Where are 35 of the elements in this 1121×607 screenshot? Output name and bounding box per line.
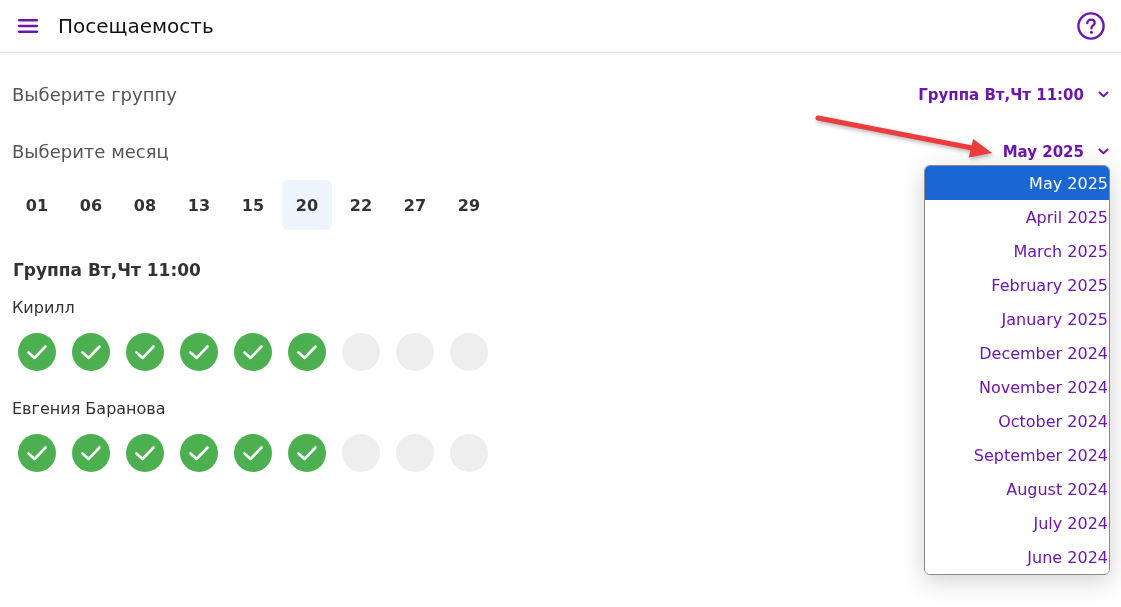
menu-option[interactable]: July 2024 (925, 506, 1109, 540)
filter-label: Выберите месяц (12, 141, 169, 162)
filter-label: Выберите группу (12, 84, 177, 105)
date-tab[interactable]: 08 (120, 180, 170, 230)
page-title: Посещаемость (58, 14, 214, 38)
student-name: Кирилл (12, 297, 75, 319)
menu-option[interactable]: June 2024 (925, 540, 1109, 574)
date-tab[interactable]: 06 (66, 180, 116, 230)
chevron-down-icon (1098, 91, 1109, 98)
date-tab[interactable]: 13 (174, 180, 224, 230)
menu-option[interactable]: December 2024 (925, 336, 1109, 370)
menu-icon (18, 19, 38, 33)
date-tab[interactable]: 15 (228, 180, 278, 230)
date-tab[interactable]: 27 (390, 180, 440, 230)
help-icon (1077, 12, 1105, 40)
select-dropdown[interactable]: Группа Вт,Чт 11:00 (918, 85, 1109, 104)
menu-option[interactable]: February 2025 (925, 268, 1109, 302)
date-tab[interactable]: 01 (12, 180, 62, 230)
help-button[interactable] (1077, 12, 1105, 40)
menu-option[interactable]: October 2024 (925, 404, 1109, 438)
menu-option[interactable]: January 2025 (925, 302, 1109, 336)
date-tab[interactable]: 29 (444, 180, 494, 230)
menu-button[interactable] (18, 19, 38, 33)
chevron-down-icon (1098, 148, 1109, 155)
group-title: Группа Вт,Чт 11:00 (13, 259, 201, 282)
menu-option[interactable]: September 2024 (925, 438, 1109, 472)
date-tab[interactable]: 20 (282, 180, 332, 230)
date-tab[interactable]: 22 (336, 180, 386, 230)
menu-option[interactable]: November 2024 (925, 370, 1109, 404)
menu-option[interactable]: August 2024 (925, 472, 1109, 506)
menu-option[interactable]: March 2025 (925, 234, 1109, 268)
student-name: Евгения Баранова (12, 398, 166, 420)
menu-option[interactable]: May 2025 (925, 166, 1109, 200)
select-dropdown[interactable]: May 2025 (1002, 142, 1109, 161)
menu-option[interactable]: April 2025 (925, 200, 1109, 234)
